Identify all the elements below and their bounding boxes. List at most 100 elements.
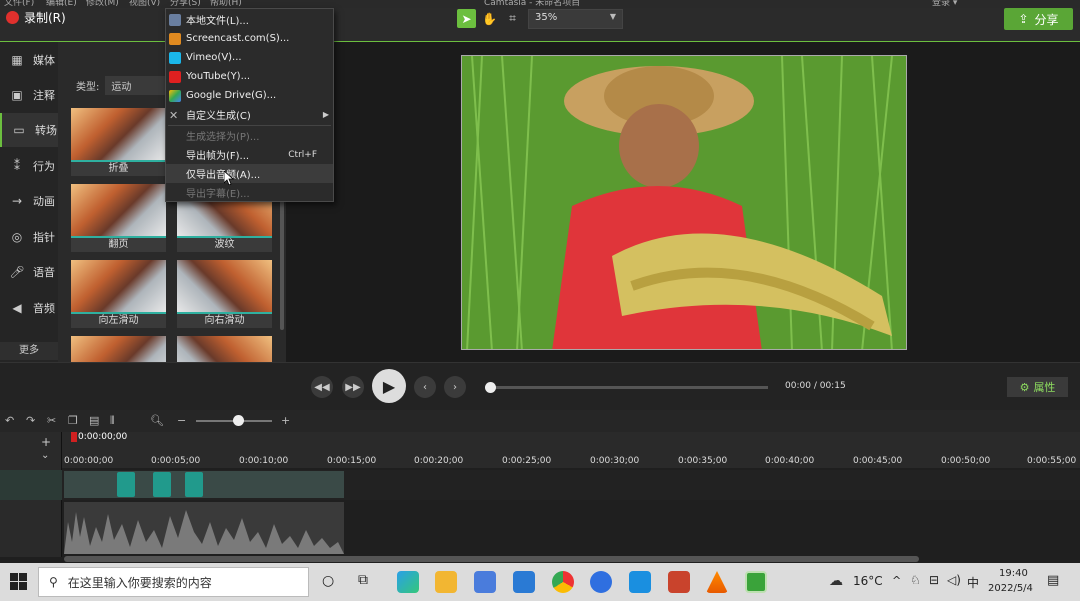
chevron-down-icon[interactable]: ⌄ [41, 450, 49, 461]
export-frame-as[interactable]: 导出帧为(F)... Ctrl+F [166, 145, 333, 164]
security-icon[interactable]: ♘ [910, 573, 921, 587]
photos-app-icon[interactable] [629, 571, 651, 593]
transition-clip[interactable] [153, 472, 171, 497]
timeline-ruler[interactable]: 0:00:00;00 0:00:05;00 0:00:10;00 0:00:15… [62, 432, 1080, 468]
weather-temp[interactable]: 16°C [853, 574, 883, 588]
ime-indicator[interactable]: 中 [967, 574, 979, 591]
edge-icon[interactable] [397, 571, 419, 593]
playback-progress[interactable] [490, 386, 768, 389]
zoom-in-icon[interactable]: + [281, 414, 290, 427]
properties-button[interactable]: ⚙ 属性 [1007, 377, 1068, 397]
audio-clip[interactable] [64, 502, 344, 554]
menu-edit[interactable]: 编辑(E) [46, 0, 77, 8]
playhead[interactable] [71, 432, 77, 442]
mail-icon[interactable] [513, 571, 535, 593]
sidebar-item-voice[interactable]: 🎤︎ 语音 [0, 255, 58, 289]
pointer-tool-icon[interactable]: ➤ [457, 9, 476, 28]
video-clip[interactable] [64, 471, 344, 498]
timeline-toolbar: ↶ ↷ ✂ ❐ ▤ ⫴ 🔍︎ − + [0, 410, 1080, 432]
login-button[interactable]: 登录 ▾ [932, 0, 957, 8]
sidebar-item-transitions[interactable]: ▭ 转场 [0, 113, 58, 147]
menu-share[interactable]: 分享(S) [170, 0, 201, 8]
play-icon[interactable]: ▶ [372, 369, 406, 403]
sidebar-item-media[interactable]: ▦ 媒体 [0, 43, 58, 77]
menu-help[interactable]: 帮助(H) [210, 0, 242, 8]
camtasia-icon[interactable] [745, 571, 767, 593]
transition-thumb-slide-right[interactable]: 向右滑动 [177, 260, 272, 328]
timeline-scrollbar[interactable] [64, 556, 919, 562]
step-back-icon[interactable]: ◀◀ [311, 376, 333, 398]
undo-icon[interactable]: ↶ [5, 414, 14, 427]
cut-icon[interactable]: ✂ [47, 414, 56, 427]
track-1-header [0, 470, 62, 500]
share-button[interactable]: ⇪ 分享 [1004, 8, 1073, 30]
share-menu: 本地文件(L)... Screencast.com(S)... Vimeo(V)… [165, 8, 334, 202]
tray-expand-icon[interactable]: ^ [892, 574, 901, 587]
volume-icon[interactable]: ◁) [947, 573, 961, 587]
ruler-tick: 0:00:15;00 [327, 456, 377, 466]
store-icon[interactable] [474, 571, 496, 593]
sidebar-item-annotations[interactable]: ▣ 注释 [0, 78, 58, 112]
crop-tool-icon[interactable]: ⌗ [503, 9, 522, 28]
clock-time[interactable]: 19:40 [999, 568, 1028, 579]
zoom-out-icon[interactable]: − [177, 414, 186, 427]
previous-icon[interactable]: ‹ [414, 376, 436, 398]
more-button[interactable]: 更多 [0, 342, 58, 360]
windows-start-icon[interactable] [10, 573, 27, 590]
chrome-icon[interactable] [552, 571, 574, 593]
paste-icon[interactable]: ▤ [89, 414, 99, 427]
redo-icon[interactable]: ↷ [26, 414, 35, 427]
animation-icon: → [11, 194, 23, 208]
split-icon[interactable]: ⫴ [110, 414, 115, 428]
transition-thumb[interactable] [71, 336, 166, 362]
record-button[interactable]: 录制(R) [6, 9, 66, 26]
sidebar-item-audio[interactable]: ◀︎ 音频 [0, 291, 58, 325]
share-custom-production[interactable]: ✕ 自定义生成(C) ▶ [166, 105, 333, 124]
search-icon: ⚲ [49, 575, 58, 589]
vlc-icon[interactable] [706, 571, 728, 593]
transition-thumb-fold[interactable]: 折叠 [71, 108, 166, 176]
cursor-icon: ◎ [11, 230, 23, 244]
share-screencast[interactable]: Screencast.com(S)... [166, 29, 333, 48]
chat-app-icon[interactable] [590, 571, 612, 593]
share-youtube[interactable]: YouTube(Y)... [166, 67, 333, 86]
tools-icon: ✕ [169, 108, 179, 122]
audio-waveform [64, 510, 344, 554]
export-audio-only[interactable]: 仅导出音频(A)... [166, 164, 333, 183]
add-track-icon[interactable]: + [41, 435, 51, 449]
taskbar-search[interactable]: ⚲ 在这里输入你要搜索的内容 [38, 567, 309, 597]
menu-file[interactable]: 文件(F) [4, 0, 34, 8]
powerpoint-icon[interactable] [668, 571, 690, 593]
sidebar-item-cursor[interactable]: ◎ 指针 [0, 220, 58, 254]
zoom-select[interactable]: 35% ▼ [528, 9, 623, 29]
network-icon[interactable]: ⊟ [929, 573, 939, 587]
task-view-icon[interactable]: ⧉ [358, 572, 368, 588]
export-captions: 导出字幕(E)... [186, 189, 250, 200]
menu-modify[interactable]: 修改(M) [86, 0, 119, 8]
file-explorer-icon[interactable] [435, 571, 457, 593]
transition-clip[interactable] [117, 472, 135, 497]
sidebar-item-animations[interactable]: → 动画 [0, 184, 58, 218]
menu-bar: 文件(F) 编辑(E) 修改(M) 视图(V) 分享(S) 帮助(H) Camt… [0, 0, 1080, 8]
notifications-icon[interactable]: ▤ [1047, 573, 1059, 588]
playback-scrubber[interactable] [485, 382, 496, 393]
step-forward-icon[interactable]: ▶▶ [342, 376, 364, 398]
cortana-icon[interactable]: ○ [322, 573, 334, 589]
share-local-file[interactable]: 本地文件(L)... [166, 10, 333, 29]
canvas-media[interactable] [461, 55, 907, 350]
sidebar-item-behaviors[interactable]: ⁑ 行为 [0, 149, 58, 183]
transition-thumb-page-turn[interactable]: 翻页 [71, 184, 166, 252]
transition-thumb-slide-left[interactable]: 向左滑动 [71, 260, 166, 328]
transition-clip[interactable] [185, 472, 203, 497]
pan-tool-icon[interactable]: ✋ [480, 9, 499, 28]
share-google-drive[interactable]: Google Drive(G)... [166, 86, 333, 105]
menu-view[interactable]: 视图(V) [129, 0, 160, 8]
clock-date[interactable]: 2022/5/4 [988, 583, 1033, 594]
timeline-zoom-knob[interactable] [233, 415, 244, 426]
record-icon [6, 11, 19, 24]
transition-thumb[interactable] [177, 336, 272, 362]
copy-icon[interactable]: ❐ [68, 414, 78, 427]
next-icon[interactable]: › [444, 376, 466, 398]
share-vimeo[interactable]: Vimeo(V)... [166, 48, 333, 67]
youtube-icon [169, 70, 181, 83]
